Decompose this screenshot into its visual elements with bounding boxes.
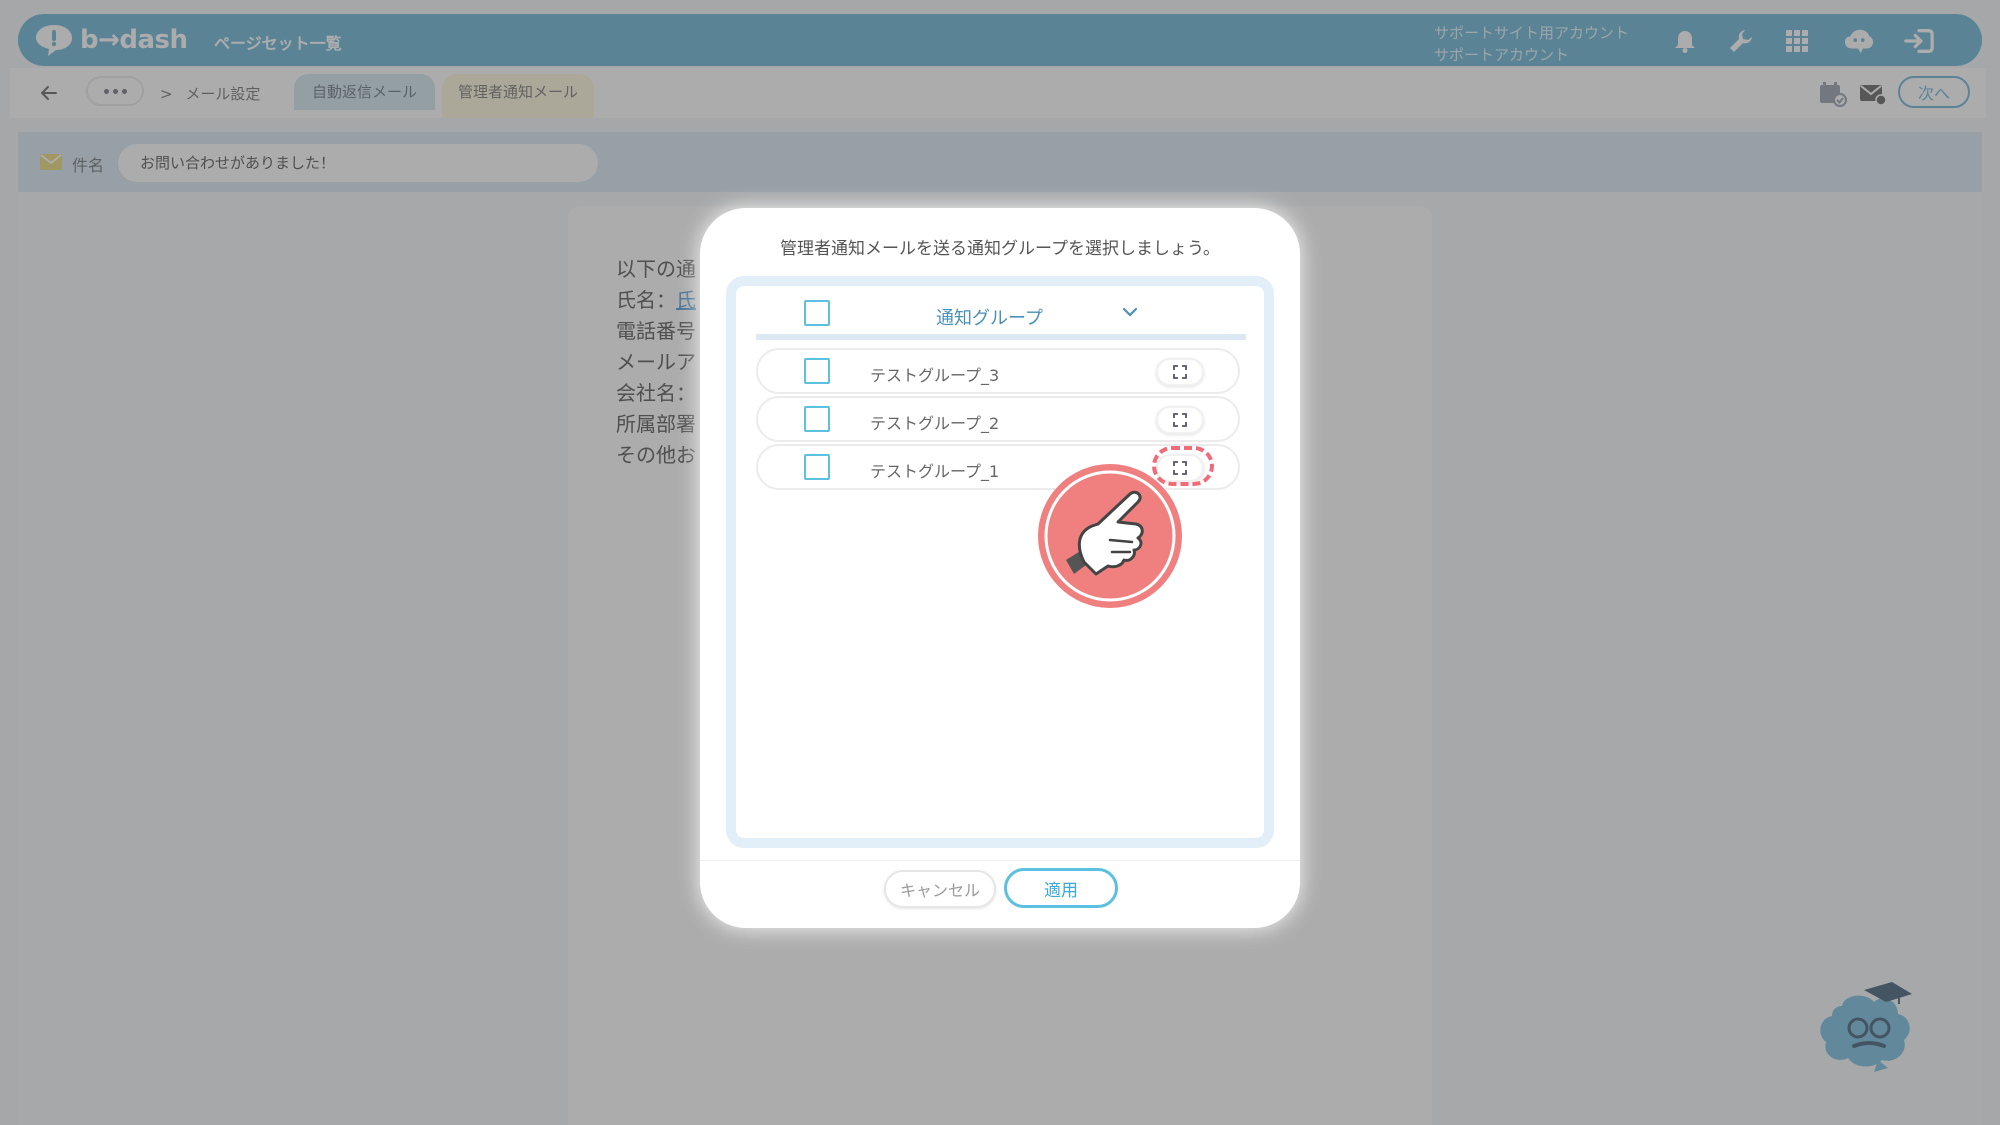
dialog-title: 管理者通知メールを送る通知グループを選択しましょう。: [780, 239, 1220, 259]
group-checkbox[interactable]: [804, 358, 830, 384]
cancel-button[interactable]: キャンセル: [884, 870, 996, 908]
select-all-checkbox[interactable]: [804, 300, 830, 326]
group-name: テストグループ_1: [870, 462, 1000, 481]
chevron-down-icon[interactable]: [1122, 306, 1138, 318]
expand-icon: [1173, 365, 1187, 379]
group-checkbox[interactable]: [804, 454, 830, 480]
group-checkbox[interactable]: [804, 406, 830, 432]
group-row[interactable]: テストグループ_2: [756, 396, 1240, 442]
expand-button[interactable]: [1156, 358, 1204, 386]
column-header-label: 通知グループ: [936, 308, 1043, 329]
group-name: テストグループ_2: [870, 414, 1000, 433]
dialog-divider: [700, 860, 1300, 861]
group-list: 通知グループ テストグループ_3 テストグループ_2 テストグループ_1: [726, 276, 1274, 848]
expand-button[interactable]: [1156, 406, 1204, 434]
group-name: テストグループ_3: [870, 366, 1000, 385]
group-row[interactable]: テストグループ_3: [756, 348, 1240, 394]
tutorial-hand-pointer-icon: [1038, 464, 1182, 608]
notification-group-dialog: 管理者通知メールを送る通知グループを選択しましょう。 通知グループ テストグルー…: [700, 208, 1300, 928]
group-list-header: 通知グループ: [756, 286, 1246, 340]
expand-icon: [1173, 413, 1187, 427]
apply-button[interactable]: 適用: [1004, 868, 1118, 908]
